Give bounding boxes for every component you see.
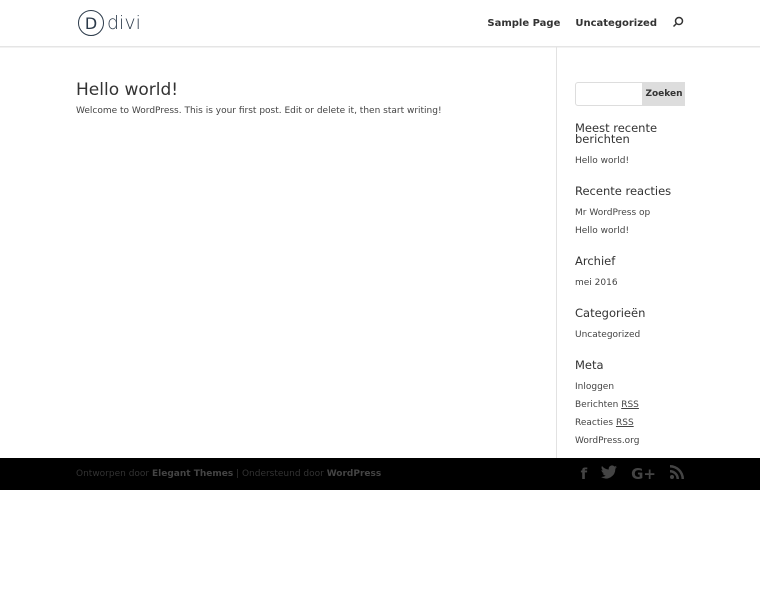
post-title[interactable]: Hello world! — [76, 80, 536, 100]
post-excerpt: Welcome to WordPress. This is your first… — [76, 106, 442, 116]
facebook-icon[interactable]: f — [581, 465, 588, 483]
search-button[interactable]: Zoeken — [643, 82, 685, 106]
meta-comments-rss[interactable]: Reacties RSS — [575, 414, 685, 432]
list-item[interactable]: mei 2016 — [575, 274, 685, 292]
rss-abbr: RSS — [621, 400, 639, 410]
search-icon[interactable] — [672, 16, 684, 31]
widget-meta: Meta Inloggen Berichten RSS Reacties RSS… — [575, 358, 685, 450]
footer-credits: Ontworpen door Elegant Themes | Onderste… — [76, 469, 381, 479]
link-label: Berichten — [575, 400, 619, 410]
widget-title: Recente reacties — [575, 184, 672, 198]
twitter-icon[interactable] — [601, 465, 618, 483]
nav-sample-page[interactable]: Sample Page — [487, 18, 560, 29]
google-plus-icon[interactable]: G+ — [631, 465, 656, 483]
list-item[interactable]: Mr WordPress op Hello world! — [575, 204, 675, 240]
widget-recent-comments: Recente reacties Mr WordPress op Hello wo… — [575, 184, 685, 240]
post: Hello world! Welcome to WordPress. This … — [76, 80, 536, 116]
sidebar: Zoeken Meest recente berichten Hello worl… — [575, 82, 685, 466]
footer: Ontworpen door Elegant Themes | Onderste… — [0, 458, 760, 490]
logo[interactable]: Ddivi — [78, 10, 141, 36]
credits-text: | Ondersteund door — [233, 469, 327, 479]
elegant-themes-link[interactable]: Elegant Themes — [152, 469, 233, 479]
widget-title: Meta — [575, 358, 604, 372]
nav-uncategorized[interactable]: Uncategorized — [575, 18, 657, 29]
rss-abbr: RSS — [615, 418, 634, 428]
main-nav: Sample Page Uncategorized — [487, 16, 684, 31]
wordpress-link[interactable]: WordPress — [327, 469, 382, 479]
widget-title: Archief — [575, 254, 616, 268]
widget-archive: Archief mei 2016 — [575, 254, 685, 292]
widget-recent-posts: Meest recente berichten Hello world! — [575, 121, 685, 170]
widget-title: Meest recente berichten — [575, 121, 658, 146]
credits-text: Ontworpen door — [76, 469, 152, 479]
meta-posts-rss[interactable]: Berichten RSS — [575, 396, 685, 414]
widget-title: Categorieën — [575, 306, 646, 320]
search-input[interactable] — [575, 82, 643, 106]
logo-mark: D — [78, 10, 104, 36]
social-icons: f G+ — [581, 465, 684, 483]
sidebar-divider — [556, 47, 557, 458]
search-form: Zoeken — [575, 82, 685, 106]
logo-text: divi — [107, 12, 141, 34]
meta-wordpress-org[interactable]: WordPress.org — [575, 432, 685, 450]
list-item[interactable]: Uncategorized — [575, 326, 685, 344]
link-label: Reacties — [575, 418, 614, 428]
header: Ddivi Sample Page Uncategorized — [0, 0, 760, 47]
meta-login[interactable]: Inloggen — [575, 378, 685, 396]
list-item[interactable]: Hello world! — [575, 152, 685, 170]
widget-categories: Categorieën Uncategorized — [575, 306, 685, 344]
rss-icon[interactable] — [670, 465, 684, 483]
